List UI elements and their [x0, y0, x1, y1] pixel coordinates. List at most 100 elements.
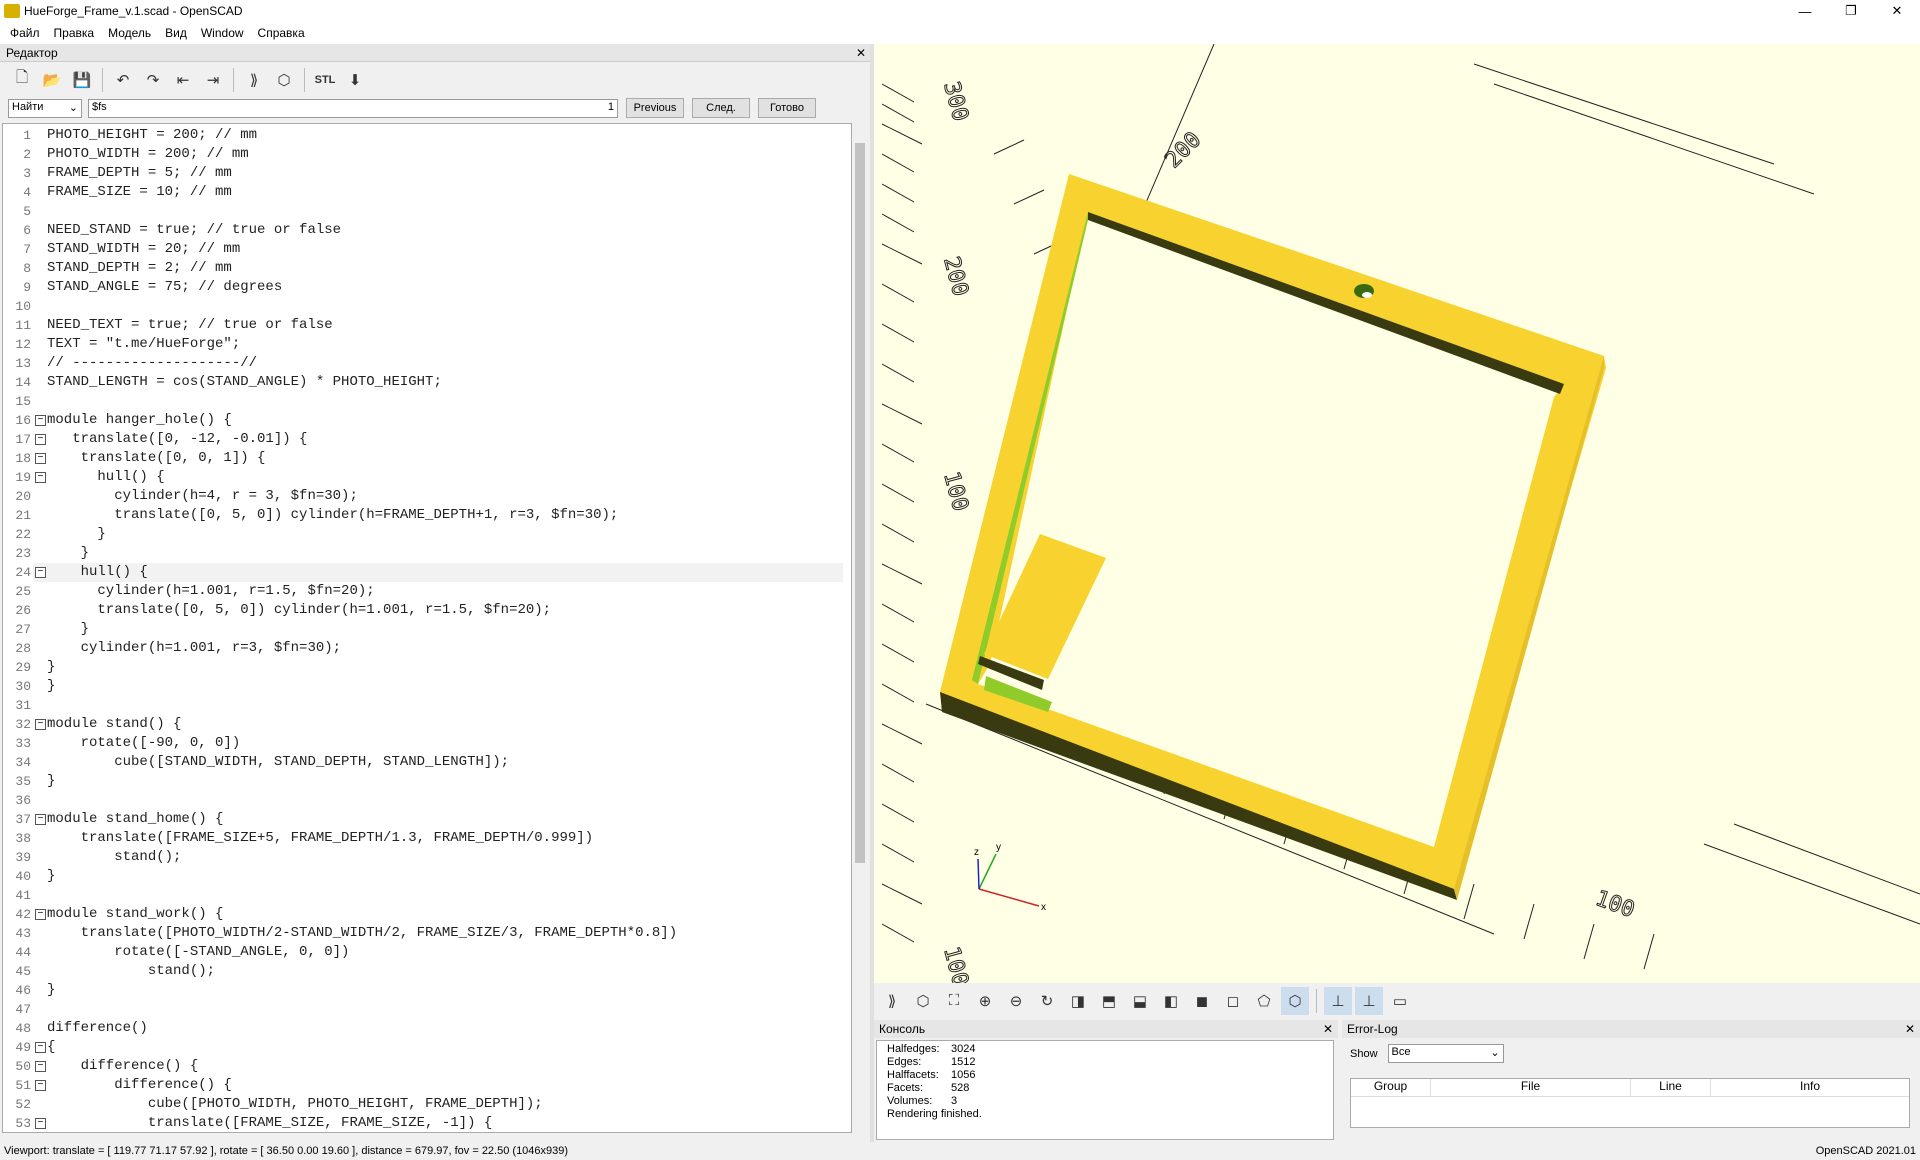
- redo-icon[interactable]: ↷: [139, 66, 167, 94]
- code-line[interactable]: translate([0, 5, 0]) cylinder(h=FRAME_DE…: [47, 506, 618, 525]
- console-close-icon[interactable]: ✕: [1323, 1022, 1333, 1036]
- undo-icon[interactable]: ↶: [109, 66, 137, 94]
- code-line[interactable]: NEED_TEXT = true; // true or false: [47, 316, 333, 335]
- render-icon[interactable]: ⬡: [270, 66, 298, 94]
- menu-help[interactable]: Справка: [251, 26, 312, 40]
- code-line[interactable]: }: [47, 867, 55, 886]
- show-select[interactable]: Все ⌄: [1387, 1044, 1504, 1063]
- unindent-icon[interactable]: ⇤: [169, 66, 197, 94]
- view-top-icon[interactable]: ⬒: [1095, 987, 1123, 1015]
- code-line[interactable]: cylinder(h=1.001, r=3, $fn=30);: [47, 639, 341, 658]
- fold-toggle-icon[interactable]: −: [35, 1042, 46, 1053]
- fold-toggle-icon[interactable]: −: [35, 1061, 46, 1072]
- zoom-in-icon[interactable]: ⊕: [971, 987, 999, 1015]
- fold-toggle-icon[interactable]: −: [35, 719, 46, 730]
- code-line[interactable]: stand();: [47, 962, 215, 981]
- code-line[interactable]: hull() {: [47, 468, 164, 487]
- code-line[interactable]: difference(): [47, 1019, 148, 1038]
- scrollbar-thumb[interactable]: [855, 143, 865, 863]
- code-line[interactable]: translate([0, 5, 0]) cylinder(h=1.001, r…: [47, 601, 551, 620]
- done-button[interactable]: Готово: [758, 98, 816, 118]
- column-info[interactable]: Info: [1711, 1079, 1909, 1096]
- indent-icon[interactable]: ⇥: [199, 66, 227, 94]
- export-stl-icon[interactable]: STL: [311, 66, 339, 94]
- code-line[interactable]: cylinder(h=4, r = 3, $fn=30);: [47, 487, 358, 506]
- reset-view-icon[interactable]: ↻: [1033, 987, 1061, 1015]
- code-line[interactable]: FRAME_DEPTH = 5; // mm: [47, 164, 232, 183]
- preview-icon[interactable]: ⟫: [240, 66, 268, 94]
- code-line[interactable]: rotate([-90, 0, 0]): [47, 734, 241, 753]
- minimize-button[interactable]: —: [1782, 0, 1828, 22]
- fold-toggle-icon[interactable]: −: [35, 434, 46, 445]
- show-axes-icon[interactable]: ⊥: [1324, 986, 1352, 1015]
- code-line[interactable]: module hanger_hole() {: [47, 411, 232, 430]
- menu-view[interactable]: Вид: [158, 26, 194, 40]
- save-file-icon[interactable]: 💾: [68, 66, 96, 94]
- editor-scrollbar[interactable]: [852, 123, 868, 1133]
- code-line[interactable]: STAND_WIDTH = 20; // mm: [47, 240, 240, 259]
- fold-toggle-icon[interactable]: −: [35, 415, 46, 426]
- column-file[interactable]: File: [1431, 1079, 1631, 1096]
- show-edges-icon[interactable]: ▭: [1386, 987, 1414, 1015]
- fold-toggle-icon[interactable]: −: [35, 567, 46, 578]
- code-line[interactable]: STAND_DEPTH = 2; // mm: [47, 259, 232, 278]
- fold-toggle-icon[interactable]: −: [35, 453, 46, 464]
- fold-toggle-icon[interactable]: −: [35, 909, 46, 920]
- menu-file[interactable]: Файл: [3, 26, 47, 40]
- orthogonal-icon[interactable]: ⬡: [1281, 986, 1309, 1015]
- view-front-icon[interactable]: ◼: [1188, 987, 1216, 1015]
- code-line[interactable]: translate([FRAME_SIZE, FRAME_SIZE, -1]) …: [47, 1114, 492, 1132]
- code-line[interactable]: TEXT = "t.me/HueForge";: [47, 335, 240, 354]
- 3d-viewport[interactable]: 300 200 100 100 200 100 x y z: [874, 44, 1920, 983]
- fold-toggle-icon[interactable]: −: [35, 472, 46, 483]
- code-line[interactable]: cylinder(h=1.001, r=1.5, $fn=20);: [47, 582, 374, 601]
- view-right-icon[interactable]: ◨: [1064, 987, 1092, 1015]
- code-line[interactable]: translate([0, 0, 1]) {: [47, 449, 266, 468]
- view-left-icon[interactable]: ◧: [1157, 987, 1185, 1015]
- menu-edit[interactable]: Правка: [47, 26, 102, 40]
- close-window-button[interactable]: ✕: [1874, 0, 1920, 22]
- find-input[interactable]: $fs 1: [88, 98, 618, 118]
- code-line[interactable]: PHOTO_WIDTH = 200; // mm: [47, 145, 249, 164]
- code-line[interactable]: }: [47, 525, 105, 544]
- next-button[interactable]: След.: [692, 98, 750, 118]
- fold-toggle-icon[interactable]: −: [35, 1080, 46, 1091]
- fold-toggle-icon[interactable]: −: [35, 1118, 46, 1129]
- previous-button[interactable]: Previous: [626, 98, 684, 118]
- code-line[interactable]: hull() {: [47, 563, 148, 582]
- perspective-icon[interactable]: ⬠: [1250, 987, 1278, 1015]
- show-scale-markers-icon[interactable]: ⊥: [1355, 986, 1383, 1015]
- code-line[interactable]: FRAME_SIZE = 10; // mm: [47, 183, 232, 202]
- code-line[interactable]: module stand_work() {: [47, 905, 223, 924]
- code-editor[interactable]: 1 2 3 4 5 6 7 8 9 10 11 12 13 14 15 16 17 18 19 20 21 22 23 24 2…: [2, 123, 852, 1133]
- code-line[interactable]: }: [47, 677, 55, 696]
- code-line[interactable]: STAND_ANGLE = 75; // degrees: [47, 278, 282, 297]
- fold-toggle-icon[interactable]: −: [35, 814, 46, 825]
- code-line[interactable]: // --------------------//: [47, 354, 257, 373]
- code-line[interactable]: module stand_home() {: [47, 810, 223, 829]
- code-line[interactable]: module stand() {: [47, 715, 181, 734]
- view-back-icon[interactable]: ◻: [1219, 987, 1247, 1015]
- view-all-icon[interactable]: ⛶: [940, 987, 968, 1015]
- find-mode-select[interactable]: Найти ⌄: [8, 98, 82, 118]
- open-file-icon[interactable]: 📂: [38, 66, 66, 94]
- column-line[interactable]: Line: [1631, 1079, 1711, 1096]
- code-line[interactable]: translate([FRAME_SIZE+5, FRAME_DEPTH/1.3…: [47, 829, 594, 848]
- code-line[interactable]: }: [47, 772, 55, 791]
- code-line[interactable]: difference() {: [47, 1076, 232, 1095]
- editor-close-icon[interactable]: ✕: [856, 46, 866, 60]
- menu-design[interactable]: Модель: [101, 26, 158, 40]
- preview-icon[interactable]: ⟫: [878, 987, 906, 1015]
- code-line[interactable]: NEED_STAND = true; // true or false: [47, 221, 341, 240]
- code-line[interactable]: }: [47, 544, 89, 563]
- zoom-out-icon[interactable]: ⊖: [1002, 987, 1030, 1015]
- maximize-button[interactable]: ❐: [1828, 0, 1874, 22]
- code-line[interactable]: difference() {: [47, 1057, 199, 1076]
- send-to-print-icon[interactable]: ⬇: [341, 66, 369, 94]
- code-line[interactable]: cube([STAND_WIDTH, STAND_DEPTH, STAND_LE…: [47, 753, 509, 772]
- code-line[interactable]: }: [47, 981, 55, 1000]
- menu-window[interactable]: Window: [194, 26, 251, 40]
- code-line[interactable]: }: [47, 620, 89, 639]
- code-line[interactable]: stand();: [47, 848, 181, 867]
- code-line[interactable]: STAND_LENGTH = cos(STAND_ANGLE) * PHOTO_…: [47, 373, 442, 392]
